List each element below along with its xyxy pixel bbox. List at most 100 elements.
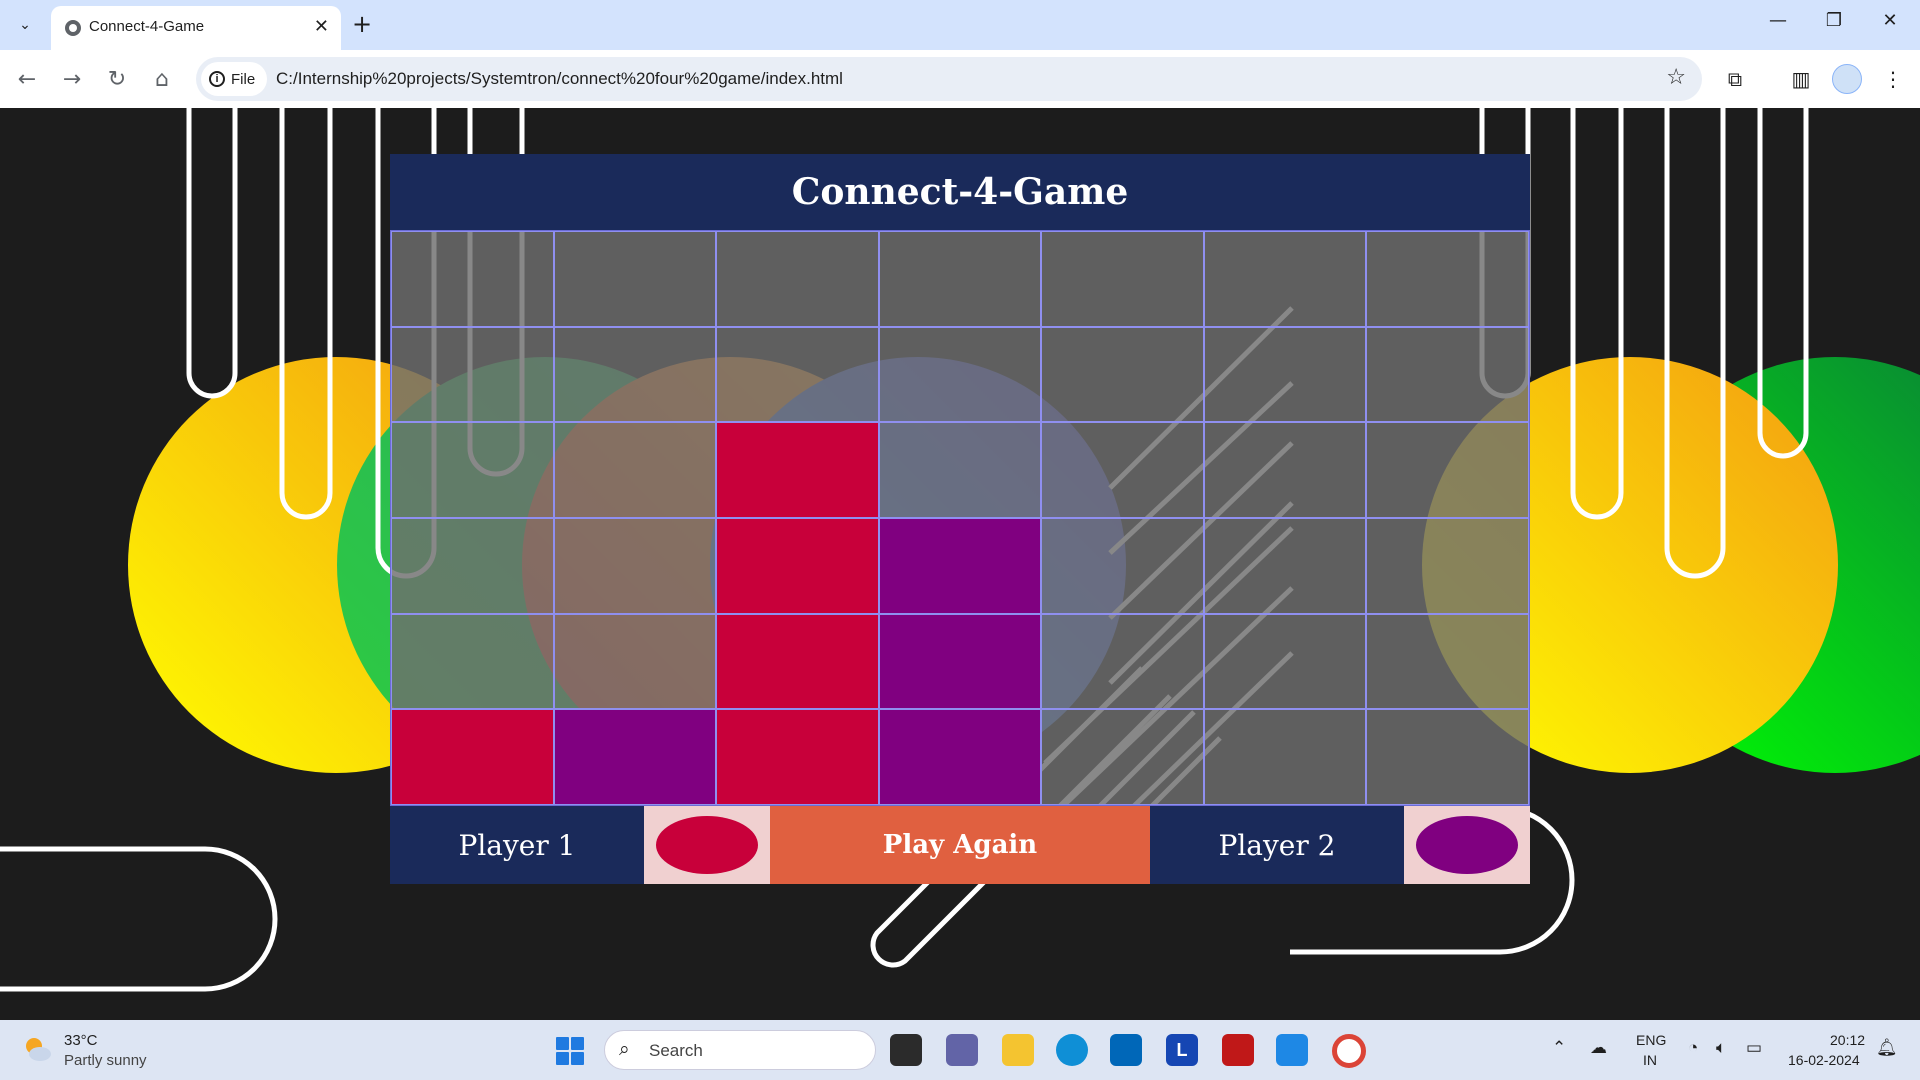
board-cell-empty[interactable]	[1366, 422, 1529, 518]
bookmark-star-icon[interactable]: ☆	[1666, 65, 1686, 90]
board-cell-red[interactable]	[716, 613, 879, 710]
player2-swatch	[1404, 806, 1530, 884]
task-view-icon[interactable]	[890, 1034, 922, 1066]
board-cell-empty[interactable]	[1041, 709, 1204, 805]
tab-search-chevron-icon[interactable]: ⌄	[8, 8, 42, 42]
app-tile-icon[interactable]	[1276, 1034, 1308, 1066]
board-cell-empty[interactable]	[553, 326, 717, 423]
play-again-button[interactable]: Play Again	[770, 806, 1150, 884]
board-cell-empty[interactable]	[391, 231, 554, 327]
windows-start-icon[interactable]	[556, 1037, 584, 1065]
search-placeholder: Search	[649, 1041, 703, 1060]
new-tab-button[interactable]: +	[352, 10, 372, 38]
wifi-icon[interactable]: ◔	[1688, 1038, 1698, 1058]
board-cell-empty[interactable]	[391, 517, 554, 614]
show-hidden-icons-chevron-icon[interactable]: ⌃	[1552, 1038, 1566, 1058]
board-cell-empty[interactable]	[1041, 422, 1204, 518]
board-cell-empty[interactable]	[553, 613, 717, 710]
board-cell-empty[interactable]	[1203, 231, 1367, 327]
menu-dots-icon[interactable]: ⋮	[1878, 64, 1908, 94]
game-controls: Player 1 Play Again Player 2	[390, 806, 1530, 884]
player1-disc	[656, 816, 758, 874]
tab-title: Connect-4-Game	[89, 18, 205, 35]
board-cell-empty[interactable]	[1203, 422, 1367, 518]
back-icon[interactable]: ←	[12, 64, 42, 94]
player2-disc	[1416, 816, 1518, 874]
board-cell-empty[interactable]	[1203, 709, 1367, 805]
home-icon[interactable]: ⌂	[147, 64, 177, 94]
player1-label: Player 1	[390, 806, 644, 884]
board-cell-empty[interactable]	[1041, 231, 1204, 327]
board-cell-purple[interactable]	[878, 709, 1042, 805]
edge-browser-icon[interactable]	[1056, 1034, 1088, 1066]
board-cell-empty[interactable]	[1041, 326, 1204, 423]
language-region[interactable]: IN	[1643, 1052, 1657, 1068]
board-cell-empty[interactable]	[1041, 517, 1204, 614]
board-cell-purple[interactable]	[553, 709, 717, 805]
board-cell-empty[interactable]	[1366, 709, 1529, 805]
taskbar-search[interactable]: ⌕ Search	[604, 1030, 876, 1070]
partly-sunny-icon[interactable]	[22, 1034, 52, 1064]
board-cell-purple[interactable]	[878, 517, 1042, 614]
side-panel-icon[interactable]: ▥	[1786, 64, 1816, 94]
board-cell-empty[interactable]	[1203, 326, 1367, 423]
board-cell-empty[interactable]	[1366, 231, 1529, 327]
chrome-icon[interactable]	[1332, 1034, 1366, 1068]
board-cell-empty[interactable]	[391, 326, 554, 423]
board-cell-empty[interactable]	[1203, 517, 1367, 614]
url-text[interactable]: C:/Internship%20projects/Systemtron/conn…	[276, 69, 843, 89]
reload-icon[interactable]: ↻	[102, 64, 132, 94]
board-cell-empty[interactable]	[391, 422, 554, 518]
clock-date[interactable]: 16-02-2024	[1788, 1052, 1860, 1068]
weather-description: Partly sunny	[64, 1052, 147, 1069]
game-title: Connect-4-Game	[390, 154, 1530, 230]
board-cell-red[interactable]	[391, 709, 554, 805]
onedrive-cloud-icon[interactable]: ☁	[1590, 1038, 1607, 1058]
tab-bar: ⌄ Connect-4-Game ✕ + — ❐ ✕	[0, 0, 1920, 50]
close-window-icon[interactable]: ✕	[1870, 10, 1910, 31]
player1-swatch	[644, 806, 770, 884]
board-cell-empty[interactable]	[553, 231, 717, 327]
board-cell-empty[interactable]	[716, 231, 879, 327]
minimize-icon[interactable]: —	[1758, 10, 1798, 31]
board-cell-empty[interactable]	[1366, 517, 1529, 614]
board-cell-empty[interactable]	[553, 517, 717, 614]
board-cell-empty[interactable]	[878, 231, 1042, 327]
board-cell-red[interactable]	[716, 709, 879, 805]
language-code[interactable]: ENG	[1636, 1032, 1666, 1048]
notification-bell-icon[interactable]: 🔔︎	[1876, 1038, 1898, 1058]
forward-icon[interactable]: →	[57, 64, 87, 94]
l-app-icon[interactable]: L	[1166, 1034, 1198, 1066]
board-cell-empty[interactable]	[716, 326, 879, 423]
browser-toolbar: ← → ↻ ⌂ i File C:/Internship%20projects/…	[0, 50, 1920, 108]
restore-icon[interactable]: ❐	[1814, 10, 1854, 31]
board-cell-empty[interactable]	[391, 613, 554, 710]
board-cell-empty[interactable]	[1366, 613, 1529, 710]
game-board[interactable]	[390, 230, 1530, 806]
board-cell-empty[interactable]	[1041, 613, 1204, 710]
globe-icon	[65, 20, 81, 36]
address-bar[interactable]: i File C:/Internship%20projects/Systemtr…	[196, 57, 1702, 101]
board-cell-empty[interactable]	[878, 326, 1042, 423]
taskbar: 33°C Partly sunny ⌕ Search L ⌃ ☁ ENG IN …	[0, 1020, 1920, 1080]
board-cell-empty[interactable]	[1366, 326, 1529, 423]
file-explorer-icon[interactable]	[1002, 1034, 1034, 1066]
board-cell-empty[interactable]	[553, 422, 717, 518]
board-cell-purple[interactable]	[878, 613, 1042, 710]
extensions-icon[interactable]: ⧉	[1720, 64, 1750, 94]
board-cell-red[interactable]	[716, 422, 879, 518]
mcafee-icon[interactable]	[1222, 1034, 1254, 1066]
board-cell-empty[interactable]	[878, 422, 1042, 518]
board-cell-empty[interactable]	[1203, 613, 1367, 710]
volume-icon[interactable]: 🔈︎	[1716, 1038, 1726, 1058]
site-info-chip[interactable]: i File	[201, 62, 268, 96]
teams-chat-icon[interactable]	[946, 1034, 978, 1066]
profile-avatar[interactable]	[1832, 64, 1862, 94]
battery-icon[interactable]: ▭	[1746, 1038, 1762, 1058]
tab-close-icon[interactable]: ✕	[314, 16, 329, 37]
active-tab[interactable]: Connect-4-Game ✕	[51, 6, 341, 50]
microsoft-store-icon[interactable]	[1110, 1034, 1142, 1066]
game-container: Connect-4-Game Player 1 Play Again Playe…	[390, 154, 1530, 884]
clock-time[interactable]: 20:12	[1830, 1032, 1865, 1048]
board-cell-red[interactable]	[716, 517, 879, 614]
